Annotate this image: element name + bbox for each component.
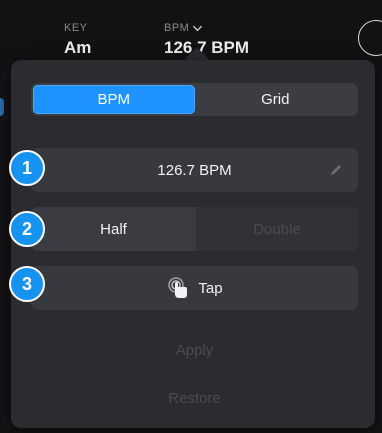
bpm-label-text: BPM	[164, 22, 190, 34]
tab-bpm[interactable]: BPM	[33, 85, 195, 114]
tap-label: Tap	[198, 279, 223, 297]
step-badge-3: 3	[9, 266, 45, 302]
bpm-field[interactable]: 126.7 BPM	[31, 148, 358, 192]
double-button[interactable]: Double	[196, 207, 358, 251]
left-edge-indicator	[0, 98, 4, 116]
key-value[interactable]: Am	[64, 38, 91, 58]
apply-button[interactable]: Apply	[31, 335, 358, 365]
pencil-icon[interactable]	[328, 162, 344, 178]
bpm-value[interactable]: 126.7 BPM	[164, 38, 249, 58]
half-button[interactable]: Half	[31, 207, 196, 251]
tab-grid[interactable]: Grid	[195, 85, 357, 114]
tap-button[interactable]: Tap	[31, 266, 358, 310]
bpm-field-value: 126.7 BPM	[157, 161, 232, 179]
restore-button[interactable]: Restore	[31, 383, 358, 413]
half-double-control[interactable]: Half Double	[31, 207, 358, 251]
step-badge-1: 1	[9, 150, 45, 186]
bpm-dropdown-label[interactable]: BPM	[164, 22, 203, 34]
key-label: KEY	[64, 22, 88, 34]
step-badge-2: 2	[9, 211, 45, 247]
tap-finger-icon	[168, 277, 188, 298]
chevron-down-icon	[193, 25, 203, 31]
circle-button[interactable]	[358, 20, 382, 56]
bpm-grid-segmented-control[interactable]: BPM Grid	[31, 83, 358, 116]
